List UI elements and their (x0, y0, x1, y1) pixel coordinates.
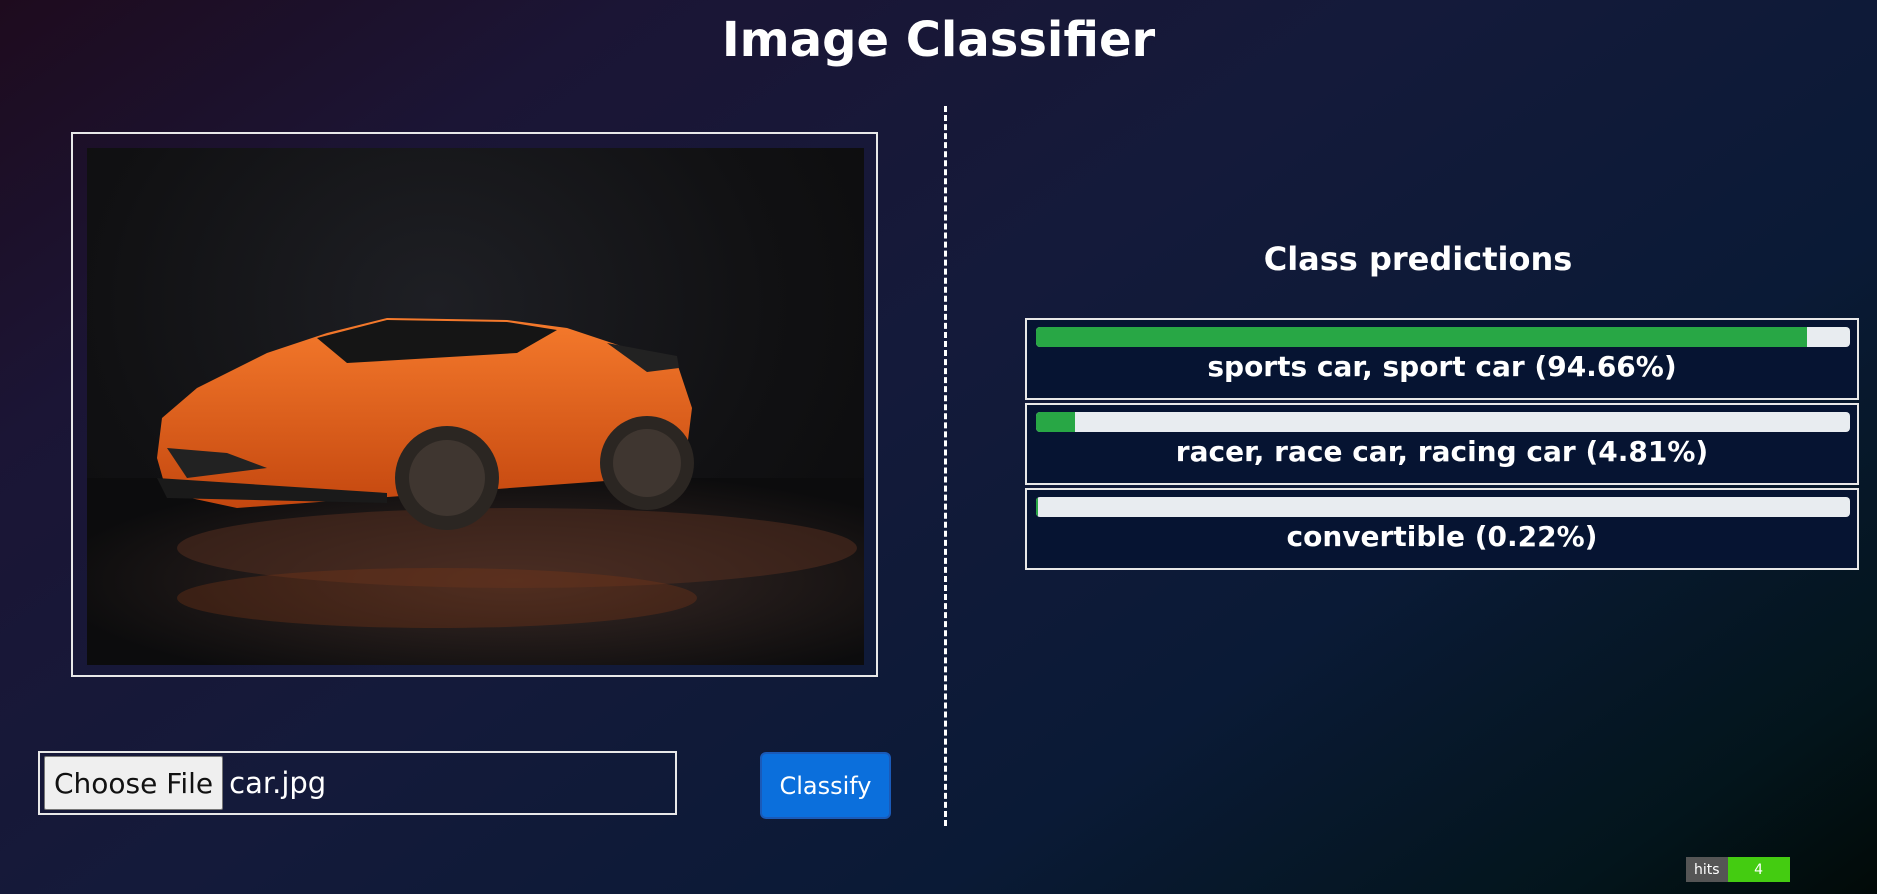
probability-bar-fill (1036, 412, 1076, 432)
choose-file-button[interactable]: Choose File (44, 756, 224, 810)
prediction-item: convertible (0.22%) (1025, 488, 1859, 570)
predictions-list: sports car, sport car (94.66%) racer, ra… (1025, 318, 1859, 573)
probability-bar (1036, 497, 1850, 517)
prediction-label: sports car, sport car (94.66%) (1207, 350, 1677, 383)
predictions-heading: Class predictions (1263, 240, 1573, 278)
probability-bar-fill (1036, 327, 1807, 347)
hit-counter-badge: hits 4 (1686, 857, 1790, 882)
probability-bar (1036, 412, 1850, 432)
probability-bar (1036, 327, 1850, 347)
prediction-item: racer, race car, racing car (4.81%) (1025, 403, 1859, 485)
section-divider (944, 106, 947, 826)
probability-bar-fill (1036, 497, 1038, 517)
prediction-label: convertible (0.22%) (1286, 520, 1598, 553)
prediction-item: sports car, sport car (94.66%) (1025, 318, 1859, 400)
hit-counter-value: 4 (1727, 857, 1790, 882)
image-preview-frame (71, 132, 878, 677)
prediction-label: racer, race car, racing car (4.81%) (1175, 435, 1709, 468)
image-preview (87, 148, 864, 665)
car-image (87, 318, 864, 665)
file-input[interactable]: Choose File car.jpg (38, 751, 677, 815)
hit-counter-label: hits (1686, 857, 1728, 882)
classify-button[interactable]: Classify (760, 752, 891, 819)
selected-file-name: car.jpg (229, 766, 327, 800)
page-title: Image Classifier (721, 12, 1156, 68)
